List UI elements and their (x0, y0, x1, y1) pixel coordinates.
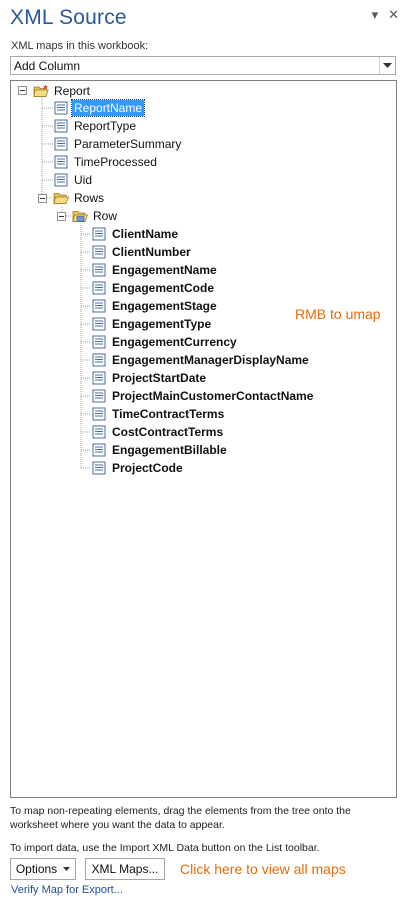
xml-map-select-value: Add Column (14, 59, 81, 73)
options-button[interactable]: Options (10, 858, 76, 880)
repeating-folder-icon (72, 211, 88, 222)
tree-node-label: ClientName (112, 227, 179, 241)
tree-node-label: Rows (74, 191, 105, 205)
element-icon (54, 119, 68, 133)
tree-node-report[interactable]: Report (33, 82, 92, 100)
tree-node-clientname[interactable]: ClientName (91, 225, 180, 243)
tree-node-label: ProjectStartDate (112, 371, 207, 385)
drag-help-text: To map non-repeating elements, drag the … (10, 805, 351, 831)
tree-node-timeprocessed[interactable]: TimeProcessed (53, 153, 159, 171)
tree-node-engagementstage[interactable]: EngagementStage (91, 297, 219, 315)
tree-node-label: EngagementManagerDisplayName (112, 353, 309, 367)
xml-map-select[interactable]: Add Column (10, 56, 396, 75)
tree-node-reportname[interactable]: ReportName (53, 99, 146, 117)
tree-node-label: ClientNumber (112, 245, 191, 259)
tree-node-parametersummary[interactable]: ParameterSummary (53, 135, 183, 153)
tree-node-label: EngagementType (112, 317, 212, 331)
tree-node-label: ReportName (70, 99, 146, 117)
task-pane-options-icon[interactable]: ▾ (372, 8, 379, 22)
tree-node-rows[interactable]: Rows (53, 189, 106, 207)
tree-node-uid[interactable]: Uid (53, 171, 94, 189)
element-icon (92, 281, 106, 295)
element-icon (54, 173, 68, 187)
tree-node-clientnumber[interactable]: ClientNumber (91, 243, 193, 261)
tree-node-reporttype[interactable]: ReportType (53, 117, 138, 135)
element-icon (92, 245, 106, 259)
chevron-down-icon (383, 62, 392, 68)
tree-node-label: Row (93, 209, 118, 223)
tree-node-label: EngagementName (112, 263, 217, 277)
tree-node-engagementmanagerdisplayname[interactable]: EngagementManagerDisplayName (91, 351, 311, 369)
tree-node-engagementtype[interactable]: EngagementType (91, 315, 213, 333)
tree-node-label: Uid (74, 173, 93, 187)
tree-node-label: EngagementCode (112, 281, 215, 295)
tree-node-label: ReportType (74, 119, 137, 133)
maps-label: XML maps in this workbook: (11, 40, 149, 52)
element-icon (92, 425, 106, 439)
element-icon (92, 407, 106, 421)
tree-node-engagementname[interactable]: EngagementName (91, 261, 219, 279)
element-icon (92, 461, 106, 475)
collapse-report-button[interactable] (18, 86, 27, 95)
element-icon (54, 155, 68, 169)
element-icon (92, 389, 106, 403)
element-icon (92, 227, 106, 241)
verify-map-link[interactable]: Verify Map for Export... (11, 884, 123, 896)
element-icon (92, 317, 106, 331)
tree-node-label: EngagementStage (112, 299, 217, 313)
tree-node-engagementcurrency[interactable]: EngagementCurrency (91, 333, 239, 351)
caret-down-icon (63, 867, 71, 871)
collapse-rows-button[interactable] (38, 194, 47, 203)
view-maps-annotation: Click here to view all maps (180, 861, 346, 877)
xml-maps-button-label: XML Maps... (91, 862, 159, 876)
tree-node-projectstartdate[interactable]: ProjectStartDate (91, 369, 208, 387)
tree-node-label: EngagementCurrency (112, 335, 237, 349)
tree-node-label: ParameterSummary (74, 137, 182, 151)
element-icon (54, 101, 68, 115)
element-icon (54, 137, 68, 151)
tree-node-label: CostContractTerms (112, 425, 224, 439)
element-icon (92, 299, 106, 313)
tree-node-costcontractterms[interactable]: CostContractTerms (91, 423, 225, 441)
element-icon (92, 371, 106, 385)
xml-tree-view[interactable]: Report ReportName ReportType ParameterSu… (10, 80, 397, 798)
tree-node-label: Report (54, 84, 91, 98)
tree-node-projectcode[interactable]: ProjectCode (91, 459, 185, 477)
tree-node-row[interactable]: Row (72, 207, 119, 225)
element-icon (92, 443, 106, 457)
dropdown-arrow-button[interactable] (379, 57, 395, 74)
tree-node-label: EngagementBillable (112, 443, 227, 457)
options-button-label: Options (15, 862, 58, 876)
tree-node-label: TimeProcessed (74, 155, 157, 169)
element-icon (92, 263, 106, 277)
tree-node-label: ProjectMainCustomerContactName (112, 389, 314, 403)
pane-title-controls: ▾ ✕ (372, 8, 399, 22)
collapse-row-button[interactable] (57, 212, 66, 221)
tree-node-label: TimeContractTerms (112, 407, 225, 421)
rmb-annotation: RMB to umap (295, 306, 381, 322)
tree-node-engagementcode[interactable]: EngagementCode (91, 279, 216, 297)
tree-node-projectmaincustomercontactname[interactable]: ProjectMainCustomerContactName (91, 387, 315, 405)
import-help-text: To import data, use the Import XML Data … (10, 842, 320, 854)
tree-node-timecontractterms[interactable]: TimeContractTerms (91, 405, 226, 423)
close-icon[interactable]: ✕ (388, 8, 399, 22)
pane-title: XML Source (10, 6, 127, 29)
folder-open-icon (53, 193, 69, 204)
element-icon (92, 353, 106, 367)
xml-maps-button[interactable]: XML Maps... (85, 858, 165, 880)
element-icon (92, 335, 106, 349)
tree-node-label: ProjectCode (112, 461, 183, 475)
root-folder-icon (33, 84, 49, 97)
tree-node-engagementbillable[interactable]: EngagementBillable (91, 441, 229, 459)
